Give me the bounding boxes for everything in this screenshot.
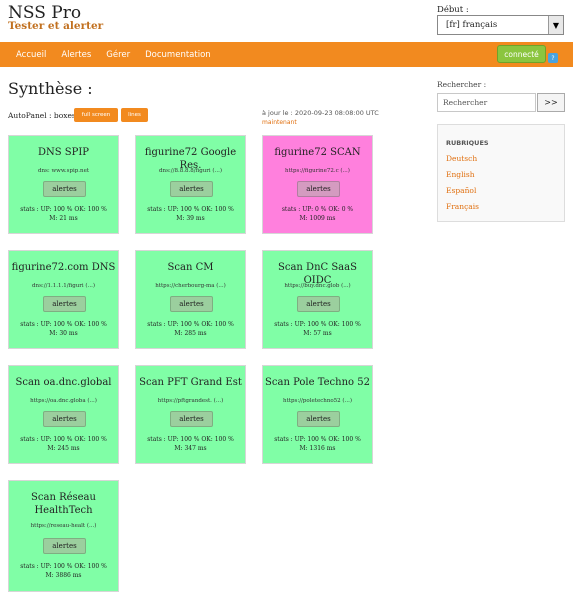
chevron-down-icon[interactable]: ▼: [548, 16, 563, 34]
monitor-card: DNS SPIP dns: www.spip.net alertes stats…: [8, 135, 119, 234]
card-title[interactable]: DNS SPIP: [11, 146, 116, 159]
card-stats: stats : UP: 100 % OK: 100 %: [147, 206, 234, 213]
monitor-card: Scan Réseau HealthTech https://reseau-he…: [8, 480, 119, 592]
alerts-button[interactable]: alertes: [170, 411, 213, 427]
update-timestamp: à jour le : 2020-09-23 08:08:00 UTC: [262, 109, 379, 117]
card-latency: M: 1316 ms: [299, 445, 336, 452]
language-select[interactable]: [fr] français ▼: [437, 15, 564, 35]
card-stats: stats : UP: 100 % OK: 100 %: [20, 206, 107, 213]
monitor-card: Scan CM https://cherbourg-ma (...) alert…: [135, 250, 246, 349]
card-stats: stats : UP: 100 % OK: 100 %: [20, 321, 107, 328]
card-title[interactable]: figurine72 SCAN: [265, 146, 370, 159]
nav-item-documentation[interactable]: Documentation: [145, 50, 211, 60]
rubrique-link-espanol[interactable]: Español: [446, 186, 476, 195]
fullscreen-button[interactable]: full screen: [74, 108, 118, 122]
nav-item-accueil[interactable]: Accueil: [16, 50, 46, 60]
page-title: Synthèse :: [8, 79, 93, 98]
rubrique-link-deutsch[interactable]: Deutsch: [446, 154, 477, 163]
card-url: https://poletechno52 (...): [283, 398, 352, 404]
card-stats: stats : UP: 100 % OK: 100 %: [274, 436, 361, 443]
card-title[interactable]: Scan Pole Techno 52: [265, 376, 370, 389]
card-url: dns: www.spip.net: [37, 168, 90, 174]
monitor-card: Scan DnC SaaS OIDC https://buy.dnc.glob …: [262, 250, 373, 349]
alerts-button[interactable]: alertes: [43, 411, 86, 427]
card-url: https://figurine72.c (...): [285, 168, 350, 174]
alerts-button[interactable]: alertes: [170, 181, 213, 197]
card-stats: stats : UP: 100 % OK: 100 %: [20, 563, 107, 570]
card-latency: M: 57 ms: [303, 330, 332, 337]
monitor-card: Scan PFT Grand Est https://pftgrandest. …: [135, 365, 246, 464]
site-header: NSS Pro Tester et alerter Début : [fr] f…: [0, 0, 573, 42]
card-latency: M: 30 ms: [49, 330, 78, 337]
card-latency: M: 1009 ms: [299, 215, 336, 222]
monitor-card: Scan Pole Techno 52 https://poletechno52…: [262, 365, 373, 464]
monitor-card: Scan oa.dnc.global https://oa.dnc.globa …: [8, 365, 119, 464]
card-latency: M: 3886 ms: [45, 572, 82, 579]
card-url: dns://1.1.1.1/figuri (...): [32, 283, 95, 289]
card-url: https://cherbourg-ma (...): [155, 283, 226, 289]
card-stats: stats : UP: 100 % OK: 100 %: [274, 321, 361, 328]
card-title[interactable]: figurine72.com DNS: [11, 261, 116, 274]
card-url: https://reseau-healt (...): [30, 523, 97, 529]
site-slogan: Tester et alerter: [8, 20, 104, 32]
alerts-button[interactable]: alertes: [297, 411, 340, 427]
alerts-button[interactable]: alertes: [297, 181, 340, 197]
card-url: https://pftgrandest. (...): [157, 398, 224, 404]
update-now-link[interactable]: maintenant: [262, 119, 297, 126]
search-label: Rechercher :: [437, 80, 487, 89]
card-latency: M: 21 ms: [49, 215, 78, 222]
monitor-card: figurine72 SCAN https://figurine72.c (..…: [262, 135, 373, 234]
card-latency: M: 245 ms: [47, 445, 80, 452]
rubrique-link-english[interactable]: English: [446, 170, 475, 179]
card-url: https://buy.dnc.glob (...): [284, 283, 351, 289]
card-stats: stats : UP: 0 % OK: 0 %: [281, 206, 354, 213]
rubrique-link-francais[interactable]: Français: [446, 202, 479, 211]
card-latency: M: 285 ms: [174, 330, 207, 337]
card-stats: stats : UP: 100 % OK: 100 %: [147, 321, 234, 328]
card-url: dns://8.8.8.8/figuri (...): [159, 168, 222, 174]
monitor-card: figurine72.com DNS dns://1.1.1.1/figuri …: [8, 250, 119, 349]
alerts-button[interactable]: alertes: [43, 181, 86, 197]
card-url: https://oa.dnc.globa (...): [30, 398, 97, 404]
card-title[interactable]: Scan oa.dnc.global: [11, 376, 116, 389]
alerts-button[interactable]: alertes: [43, 296, 86, 312]
monitor-card: figurine72 Google Res. dns://8.8.8.8/fig…: [135, 135, 246, 234]
card-latency: M: 39 ms: [176, 215, 205, 222]
alerts-button[interactable]: alertes: [170, 296, 213, 312]
alerts-button[interactable]: alertes: [297, 296, 340, 312]
rubriques-title: RUBRIQUES: [446, 139, 489, 147]
rubriques-panel: RUBRIQUES Deutsch English Español França…: [437, 124, 565, 222]
autopanel-label: AutoPanel : boxes: [8, 111, 76, 120]
search-input[interactable]: Rechercher: [437, 93, 536, 112]
connected-button[interactable]: connecté: [497, 45, 546, 63]
main-navbar: Accueil Alertes Gérer Documentation: [0, 42, 573, 67]
card-stats: stats : UP: 100 % OK: 100 %: [147, 436, 234, 443]
language-selected-value: [fr] français: [446, 20, 498, 30]
lines-button[interactable]: lines: [121, 108, 148, 122]
card-title[interactable]: Scan PFT Grand Est: [138, 376, 243, 389]
card-latency: M: 347 ms: [174, 445, 207, 452]
help-icon[interactable]: ?: [548, 53, 558, 63]
card-stats: stats : UP: 100 % OK: 100 %: [20, 436, 107, 443]
card-title[interactable]: Scan CM: [138, 261, 243, 274]
nav-item-gerer[interactable]: Gérer: [106, 50, 130, 60]
card-title[interactable]: Scan Réseau HealthTech: [23, 491, 104, 517]
alerts-button[interactable]: alertes: [43, 538, 86, 554]
search-submit-button[interactable]: >>: [537, 93, 565, 112]
nav-item-alertes[interactable]: Alertes: [61, 50, 91, 60]
language-label: Début :: [437, 5, 469, 15]
